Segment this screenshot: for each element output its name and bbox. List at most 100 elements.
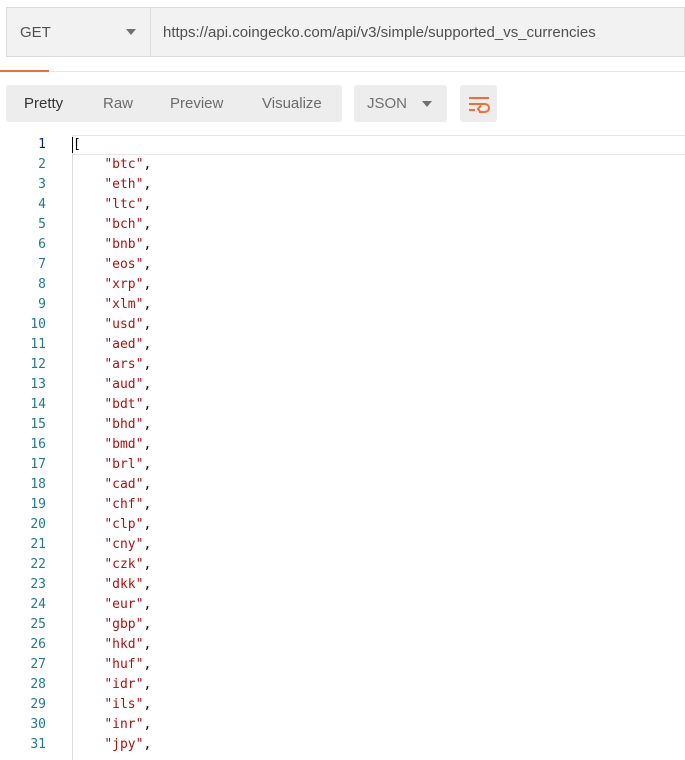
currency-string: "ils" [104, 697, 144, 712]
line-number: 2 [38, 157, 46, 172]
currency-string: "ars" [104, 357, 144, 372]
line-number: 30 [30, 717, 46, 732]
section-divider [0, 71, 685, 72]
line-text: "chf", [104, 497, 152, 512]
code-line: 1 [ [0, 135, 685, 155]
currency-string: "chf" [104, 497, 144, 512]
line-number: 15 [30, 417, 46, 432]
line-text: "huf", [104, 657, 152, 672]
currency-string: "eur" [104, 597, 144, 612]
line-number: 22 [30, 557, 46, 572]
line-text: "eur", [104, 597, 152, 612]
currency-string: "btc" [104, 157, 144, 172]
url-input[interactable]: https://api.coingecko.com/api/v3/simple/… [151, 8, 684, 56]
chevron-down-icon [126, 29, 136, 35]
code-line: 4 "ltc", [0, 195, 685, 215]
currency-string: "aed" [104, 337, 144, 352]
line-text: "gbp", [104, 617, 152, 632]
currency-string: "hkd" [104, 637, 144, 652]
line-number: 26 [30, 637, 46, 652]
line-number: 8 [38, 277, 46, 292]
response-body-editor[interactable]: 1 [ 2 "btc", 3 "eth", 4 "ltc", 5 "bch", 6 "b… [0, 135, 685, 760]
line-text: "bch", [104, 217, 152, 232]
line-number: 12 [30, 357, 46, 372]
line-number: 21 [30, 537, 46, 552]
view-pretty-button[interactable]: Pretty [24, 85, 63, 122]
wrap-lines-button[interactable] [460, 85, 497, 122]
line-text: "brl", [104, 457, 152, 472]
line-number: 17 [30, 457, 46, 472]
code-line: 6 "bnb", [0, 235, 685, 255]
line-text: "xlm", [104, 297, 152, 312]
line-number: 20 [30, 517, 46, 532]
line-text: "btc", [104, 157, 152, 172]
line-number: 25 [30, 617, 46, 632]
method-label: GET [20, 23, 51, 41]
code-line: 28 "idr", [0, 675, 685, 695]
line-number: 18 [30, 477, 46, 492]
line-text: "xrp", [104, 277, 152, 292]
line-text: "eos", [104, 257, 152, 272]
code-line: 11 "aed", [0, 335, 685, 355]
currency-string: "gbp" [104, 617, 144, 632]
currency-string: "bmd" [104, 437, 144, 452]
code-line: 22 "czk", [0, 555, 685, 575]
code-line: 20 "clp", [0, 515, 685, 535]
line-number: 14 [30, 397, 46, 412]
line-text: "cad", [104, 477, 152, 492]
currency-string: "bhd" [104, 417, 144, 432]
code-line: 12 "ars", [0, 355, 685, 375]
line-text: "cny", [104, 537, 152, 552]
currency-string: "brl" [104, 457, 144, 472]
code-line: 27 "huf", [0, 655, 685, 675]
code-line: 16 "bmd", [0, 435, 685, 455]
code-line: 15 "bhd", [0, 415, 685, 435]
line-number: 29 [30, 697, 46, 712]
code-line: 18 "cad", [0, 475, 685, 495]
line-number: 19 [30, 497, 46, 512]
line-number: 4 [38, 197, 46, 212]
wrap-lines-icon [468, 96, 490, 113]
code-line: 2 "btc", [0, 155, 685, 175]
view-raw-button[interactable]: Raw [103, 85, 133, 122]
code-line: 8 "xrp", [0, 275, 685, 295]
currency-string: "eth" [104, 177, 144, 192]
line-number: 31 [30, 737, 46, 752]
currency-string: "bch" [104, 217, 144, 232]
line-text: "usd", [104, 317, 152, 332]
code-line: 25 "gbp", [0, 615, 685, 635]
line-text: "eth", [104, 177, 152, 192]
line-number: 7 [38, 257, 46, 272]
format-select[interactable]: JSON [354, 85, 447, 122]
line-text: [ [72, 135, 81, 155]
currency-string: "czk" [104, 557, 144, 572]
code-line: 24 "eur", [0, 595, 685, 615]
line-number: 16 [30, 437, 46, 452]
line-text: "clp", [104, 517, 152, 532]
code-line: 31 "jpy", [0, 735, 685, 755]
line-text: "jpy", [104, 737, 152, 752]
currency-string: "ltc" [104, 197, 144, 212]
code-line: 14 "bdt", [0, 395, 685, 415]
line-number: 3 [38, 177, 46, 192]
currency-string: "huf" [104, 657, 144, 672]
code-line: 3 "eth", [0, 175, 685, 195]
line-text: "bmd", [104, 437, 152, 452]
view-visualize-button[interactable]: Visualize [262, 85, 322, 122]
line-number: 24 [30, 597, 46, 612]
line-number: 28 [30, 677, 46, 692]
chevron-down-icon [422, 100, 432, 107]
line-text: "czk", [104, 557, 152, 572]
code-line: 29 "ils", [0, 695, 685, 715]
currency-string: "bdt" [104, 397, 144, 412]
currency-string: "jpy" [104, 737, 144, 752]
view-preview-button[interactable]: Preview [170, 85, 223, 122]
active-tab-indicator [0, 70, 49, 72]
currency-string: "eos" [104, 257, 144, 272]
method-select[interactable]: GET [7, 8, 151, 56]
code-line: 13 "aud", [0, 375, 685, 395]
code-line: 10 "usd", [0, 315, 685, 335]
line-number: 1 [38, 137, 46, 152]
line-number: 10 [30, 317, 46, 332]
currency-string: "dkk" [104, 577, 144, 592]
